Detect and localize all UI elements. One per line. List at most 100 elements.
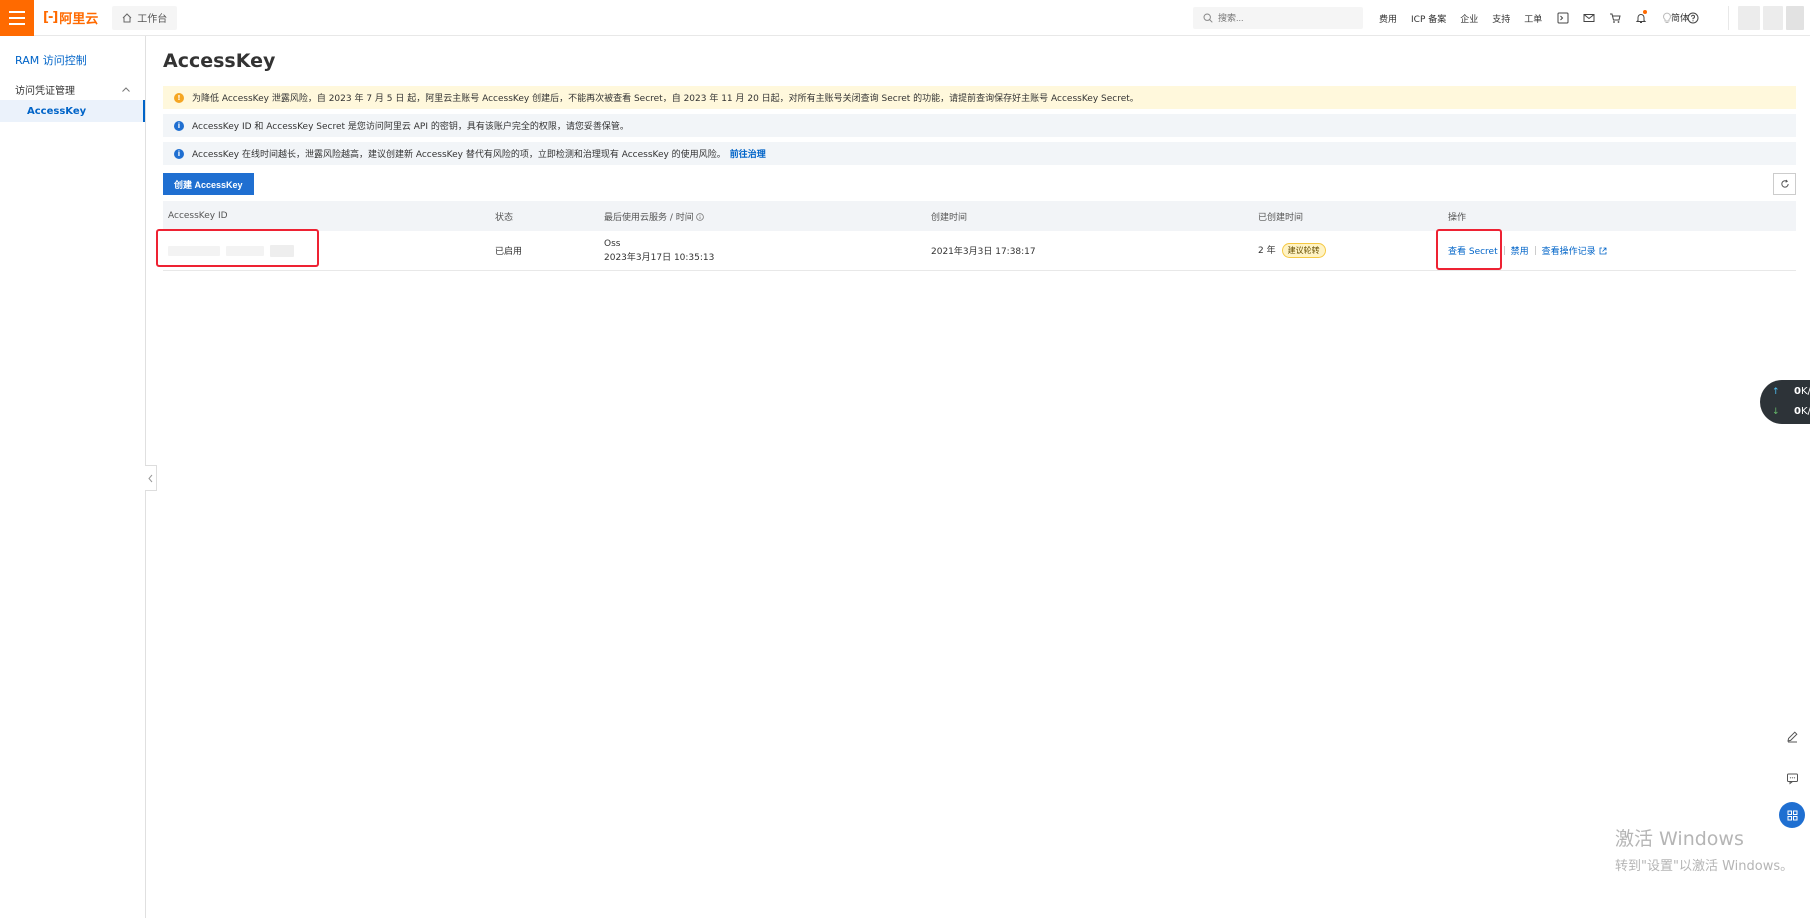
operation-log-label: 查看操作记录	[1541, 247, 1596, 257]
table-header: AccessKey ID 状态 最后使用云服务 / 时间 创建时间 已创建时间 …	[163, 201, 1796, 231]
divider	[1503, 246, 1505, 255]
message-button[interactable]	[1576, 0, 1602, 36]
language-switch[interactable]: 简体	[1671, 11, 1689, 24]
govern-link[interactable]: 前往治理	[730, 147, 766, 160]
last-used-cell: Oss 2023年3月17日 10:35:13	[604, 237, 714, 265]
nav-link-icp[interactable]: ICP 备案	[1411, 12, 1446, 25]
top-bar: [-] 阿里云 工作台 费用 ICP 备案 企业 支持 工单 简体	[0, 0, 1810, 36]
last-used-service: Oss	[604, 238, 621, 249]
accesskey-table: AccessKey ID 状态 最后使用云服务 / 时间 创建时间 已创建时间 …	[163, 201, 1796, 271]
cart-icon	[1610, 13, 1621, 23]
search-icon	[1203, 13, 1213, 23]
disable-link[interactable]: 禁用	[1511, 244, 1529, 257]
workbench-button[interactable]: 工作台	[112, 5, 178, 30]
sidebar-title[interactable]: RAM 访问控制	[15, 52, 87, 68]
notice-info-risk: i AccessKey 在线时间越长，泄露风险越高，建议创建新 AccessKe…	[163, 142, 1796, 165]
page-title: AccessKey	[163, 50, 276, 72]
search-input[interactable]	[1218, 13, 1358, 23]
notice-info-keys: i AccessKey ID 和 AccessKey Secret 是您访问阿里…	[163, 114, 1796, 137]
copy-icon[interactable]	[270, 244, 294, 257]
sidebar-group-label: 访问凭证管理	[15, 86, 75, 97]
rotate-badge: 建议轮转	[1281, 243, 1326, 258]
download-speed: ↓ 0K/s	[1772, 406, 1810, 417]
home-icon	[122, 12, 132, 22]
download-speed-value: 0	[1794, 406, 1801, 417]
create-accesskey-button[interactable]: 创建 AccessKey	[163, 173, 254, 195]
nav-link-billing[interactable]: 费用	[1379, 12, 1397, 25]
external-link-icon	[1599, 247, 1607, 255]
last-used-time: 2023年3月17日 10:35:13	[604, 252, 715, 263]
workbench-label: 工作台	[137, 14, 168, 25]
warning-icon: !	[174, 92, 184, 103]
notice-warning-text: 为降低 AccessKey 泄露风险，自 2023 年 7 月 5 日 起，阿里…	[192, 94, 1139, 104]
refresh-icon	[1780, 179, 1789, 188]
nav-link-ticket[interactable]: 工单	[1524, 12, 1542, 25]
avatar-block	[1763, 6, 1783, 30]
network-speed-widget[interactable]: ↑0K/s ↓0K/s	[1760, 380, 1810, 424]
nav-link-support[interactable]: 支持	[1492, 12, 1510, 25]
chevron-up-icon	[122, 86, 130, 92]
sidebar-item-accesskey[interactable]: AccessKey	[0, 100, 145, 122]
watermark-line1: 激活 Windows	[1615, 828, 1744, 850]
created-at-cell: 2021年3月3日 17:38:17	[931, 247, 1036, 257]
table-row: 已启用 Oss 2023年3月17日 10:35:13 2021年3月3日 17…	[163, 231, 1796, 271]
accesskey-id-masked	[168, 244, 294, 257]
notification-button[interactable]	[1628, 0, 1654, 36]
avatar-block	[1738, 6, 1760, 30]
chat-button[interactable]	[1779, 765, 1805, 791]
refresh-button[interactable]	[1773, 173, 1796, 195]
arrow-up-icon: ↑	[1772, 386, 1780, 397]
status-cell: 已启用	[495, 247, 523, 257]
search-box[interactable]	[1193, 7, 1363, 29]
edit-icon	[1786, 730, 1798, 742]
sidebar-group-credentials[interactable]: 访问凭证管理	[15, 82, 131, 97]
mail-icon	[1583, 14, 1595, 22]
terminal-icon	[1557, 12, 1569, 24]
top-separator	[1728, 6, 1729, 30]
windows-activation-watermark: 激活 Windows 转到"设置"以激活 Windows。	[1615, 824, 1793, 874]
header-actions: 操作	[1448, 212, 1467, 223]
header-last-used: 最后使用云服务 / 时间	[604, 210, 704, 223]
info-icon: i	[174, 120, 184, 131]
info-icon: i	[174, 148, 184, 159]
upload-speed-value: 0	[1794, 386, 1801, 397]
sidebar: RAM 访问控制 访问凭证管理 AccessKey	[0, 36, 146, 918]
cart-button[interactable]	[1602, 0, 1628, 36]
sidebar-collapse-handle[interactable]	[145, 465, 157, 491]
age-value: 2 年	[1258, 246, 1276, 256]
notification-dot	[1643, 10, 1647, 14]
upload-speed-unit: K/s	[1800, 386, 1810, 397]
operation-log-link[interactable]: 查看操作记录	[1542, 244, 1607, 257]
view-secret-link[interactable]: 查看 Secret	[1448, 244, 1498, 257]
download-speed-unit: K/s	[1800, 406, 1810, 417]
age-cell: 2 年建议轮转	[1258, 243, 1326, 258]
info-circle-icon[interactable]	[695, 212, 704, 221]
grid-icon	[1787, 810, 1797, 820]
header-status: 状态	[495, 212, 514, 223]
notice-info-text: AccessKey 在线时间越长，泄露风险越高，建议创建新 AccessKey …	[192, 150, 726, 160]
redacted-block	[168, 245, 220, 256]
header-created-at: 创建时间	[931, 212, 968, 223]
notice-info-text: AccessKey ID 和 AccessKey Secret 是您访问阿里云 …	[192, 122, 629, 132]
notice-warning: ! 为降低 AccessKey 泄露风险，自 2023 年 7 月 5 日 起，…	[163, 86, 1796, 109]
header-age: 已创建时间	[1258, 212, 1304, 223]
actions-cell: 查看 Secret 禁用 查看操作记录	[1448, 244, 1607, 257]
chevron-left-icon	[148, 474, 153, 482]
cloud-shell-button[interactable]	[1550, 0, 1576, 36]
account-avatar[interactable]	[1738, 6, 1806, 30]
hamburger-icon	[9, 10, 25, 25]
nav-link-enterprise[interactable]: 企业	[1460, 12, 1478, 25]
aliyun-logo[interactable]: [-] 阿里云	[43, 8, 98, 27]
header-last-used-label: 最后使用云服务 / 时间	[604, 212, 694, 223]
arrow-down-icon: ↓	[1772, 406, 1780, 417]
logo-text: 阿里云	[59, 12, 99, 27]
feedback-button[interactable]	[1779, 723, 1805, 749]
redacted-block	[226, 245, 264, 256]
header-accesskey-id: AccessKey ID	[168, 211, 228, 221]
upload-speed: ↑ 0K/s	[1772, 386, 1810, 397]
divider	[1534, 246, 1536, 255]
aliyun-logo-icon: [-]	[43, 10, 58, 25]
menu-button[interactable]	[0, 0, 34, 36]
sidebar-item-label: AccessKey	[27, 105, 87, 117]
avatar-block	[1786, 6, 1804, 30]
